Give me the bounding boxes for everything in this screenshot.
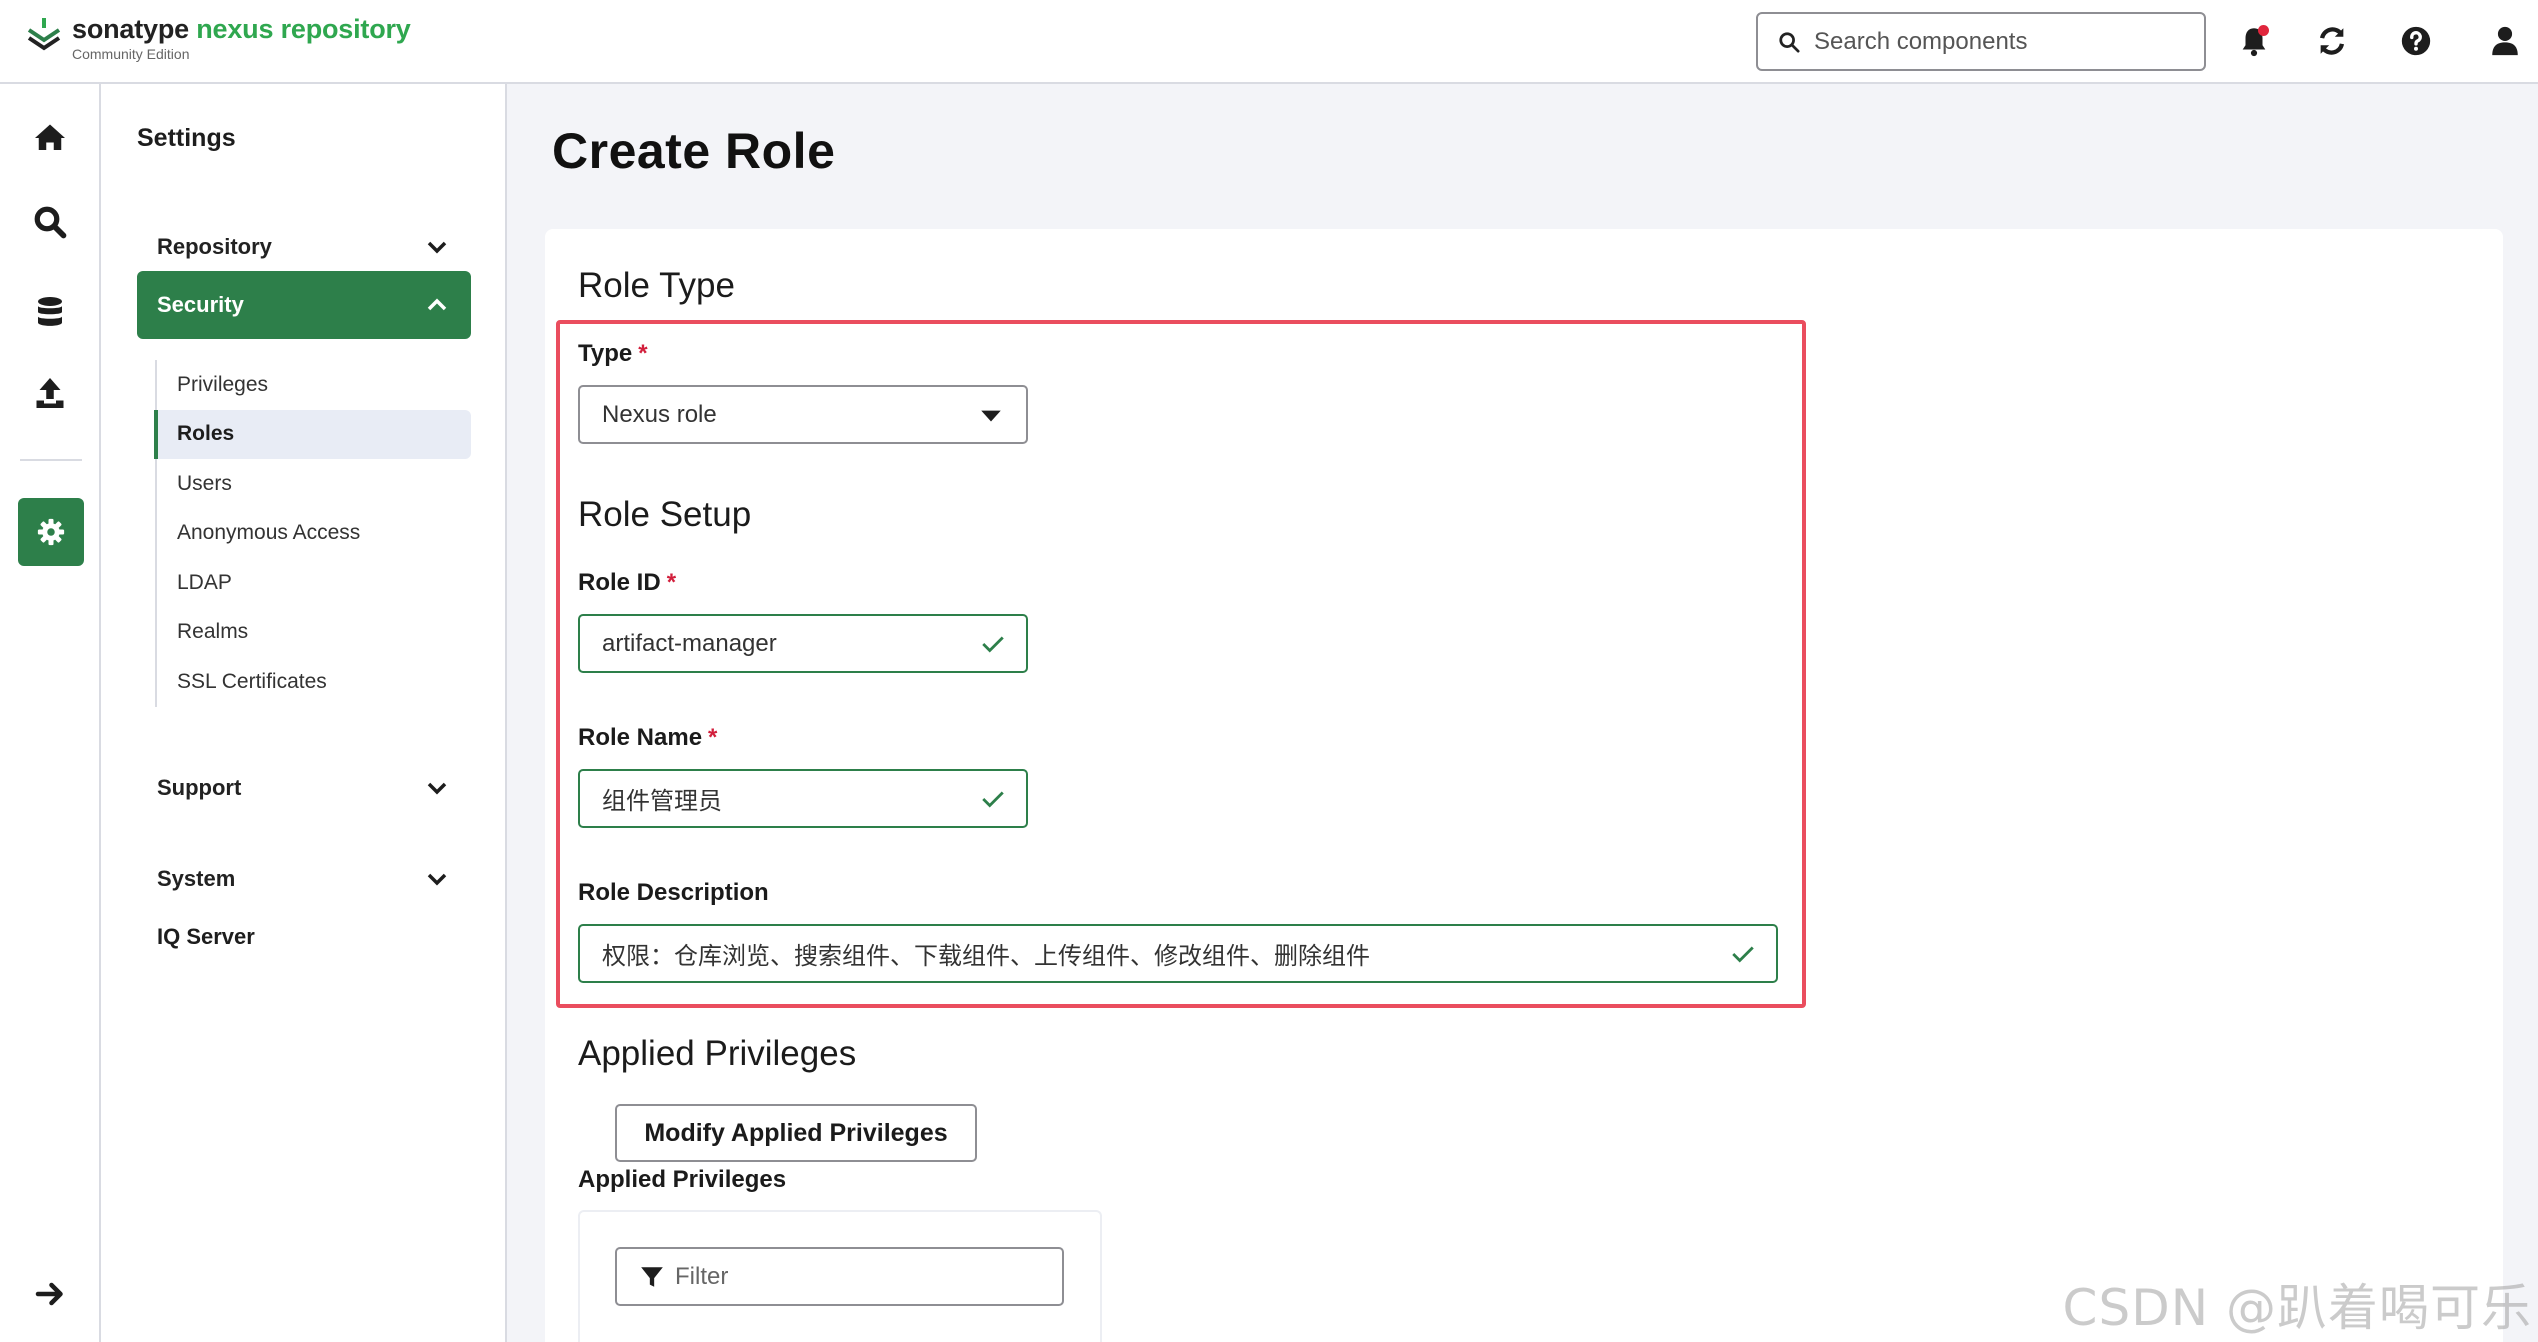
rail-upload-button[interactable] [32, 375, 68, 411]
search-components-box[interactable] [1756, 12, 2206, 71]
sidebar-group-system[interactable]: System [137, 845, 471, 913]
search-icon [34, 206, 67, 239]
left-navigation-rail [0, 84, 101, 1342]
sonatype-logo[interactable]: sonatype nexus repository Community Edit… [26, 16, 411, 66]
search-icon [1779, 31, 1800, 53]
privileges-filter-input[interactable] [675, 1262, 1055, 1291]
required-marker: * [708, 724, 718, 751]
chevron-down-icon [427, 241, 447, 254]
check-icon [982, 636, 1004, 652]
sidebar-item-realms[interactable]: Realms [157, 608, 471, 658]
sidebar-item-privileges[interactable]: Privileges [157, 360, 471, 410]
edition-label: Community Edition [72, 46, 190, 62]
sidebar-item-iq-server[interactable]: IQ Server [157, 924, 255, 950]
help-button[interactable] [2399, 24, 2433, 58]
sidebar-item-roles[interactable]: Roles [154, 409, 471, 459]
role-id-input[interactable] [602, 629, 980, 658]
arrow-right-icon [35, 1282, 63, 1306]
security-submenu: Privileges Roles Users Anonymous Access … [154, 360, 471, 707]
sidebar-group-support[interactable]: Support [137, 754, 471, 822]
rail-browse-button[interactable] [32, 294, 68, 330]
caret-down-icon [981, 410, 1001, 421]
required-marker: * [666, 569, 677, 596]
role-description-label: Role Description [578, 879, 769, 906]
sidebar-group-label: System [157, 866, 236, 891]
upload-icon [36, 378, 64, 408]
sidebar-group-label: Security [157, 292, 244, 317]
type-label: Type * [578, 340, 648, 367]
chevron-down-icon [427, 782, 447, 795]
sidebar-item-ldap[interactable]: LDAP [157, 558, 471, 608]
role-name-input[interactable] [602, 784, 980, 813]
refresh-icon [2319, 27, 2345, 55]
sidebar-item-anonymous-access[interactable]: Anonymous Access [157, 509, 471, 559]
sidebar-item-users[interactable]: Users [157, 459, 471, 509]
chevron-up-icon [427, 298, 447, 311]
top-header: sonatype nexus repository Community Edit… [0, 0, 2538, 84]
sonatype-logo-icon [27, 18, 61, 51]
brand-name: sonatype nexus repository [72, 14, 411, 44]
database-icon [38, 297, 62, 326]
refresh-button[interactable] [2315, 24, 2349, 58]
notification-dot [2258, 25, 2269, 36]
csdn-watermark: CSDN @趴着喝可乐 [2062, 1279, 2532, 1337]
chevron-down-icon [427, 873, 447, 886]
check-icon [982, 791, 1004, 807]
applied-privileges-heading: Applied Privileges [578, 1034, 857, 1073]
sidebar-group-security[interactable]: Security [137, 271, 471, 339]
home-icon [35, 124, 65, 150]
help-icon [2401, 26, 2431, 56]
rail-settings-button[interactable] [18, 498, 84, 566]
role-id-field[interactable] [578, 614, 1028, 673]
role-name-field[interactable] [578, 769, 1028, 828]
sidebar-title: Settings [137, 124, 236, 152]
applied-privileges-list-label: Applied Privileges [578, 1166, 787, 1193]
rail-home-button[interactable] [32, 120, 68, 156]
sidebar-group-label: Repository [157, 234, 272, 259]
search-components-input[interactable] [1814, 27, 2194, 56]
required-marker: * [638, 340, 648, 367]
role-id-label: Role ID * [578, 569, 677, 596]
page-title: Create Role [552, 123, 836, 179]
role-description-field[interactable] [578, 924, 1778, 983]
user-icon [2492, 26, 2518, 56]
gear-icon [37, 518, 65, 546]
role-description-input[interactable] [602, 939, 1730, 968]
role-setup-heading: Role Setup [578, 495, 752, 534]
rail-expand-button[interactable] [32, 1276, 68, 1312]
privileges-filter-box[interactable] [615, 1247, 1064, 1306]
user-menu-button[interactable] [2488, 24, 2522, 58]
rail-search-button[interactable] [32, 204, 68, 240]
settings-sidebar: Settings Repository Security Privileges … [101, 84, 507, 1342]
notifications-button[interactable] [2237, 24, 2271, 58]
rail-divider [20, 459, 82, 461]
role-type-select[interactable]: Nexus role [578, 385, 1028, 444]
sidebar-item-ssl-certificates[interactable]: SSL Certificates [157, 657, 471, 707]
sidebar-group-label: Support [157, 775, 242, 800]
role-type-heading: Role Type [578, 266, 735, 305]
check-icon [1732, 946, 1754, 962]
role-name-label: Role Name * [578, 724, 718, 751]
role-type-selected-value: Nexus role [602, 400, 717, 428]
filter-icon [641, 1266, 663, 1287]
modify-applied-privileges-button[interactable]: Modify Applied Privileges [615, 1104, 977, 1162]
